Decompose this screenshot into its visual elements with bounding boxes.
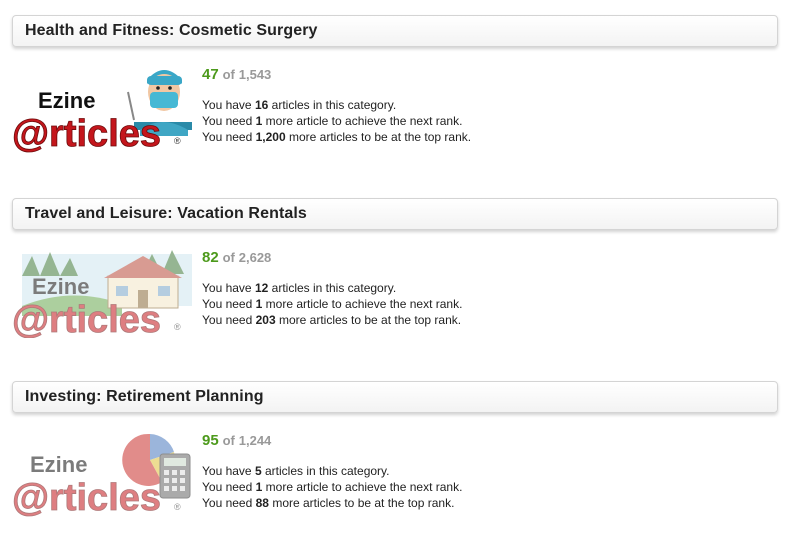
stat-articles-count: You have 5 articles in this category. xyxy=(202,464,390,478)
category-header: Health and Fitness: Cosmetic Surgery xyxy=(12,15,778,47)
rank-total: 2,628 xyxy=(238,250,272,265)
calculator-pie-icon: Ezine @rticles ® xyxy=(12,433,191,519)
svg-text:Ezine: Ezine xyxy=(30,452,87,477)
stat-next-rank: You need 1 more article to achieve the n… xyxy=(202,297,463,311)
stat-top-rank: You need 203 more articles to be at the … xyxy=(202,313,462,327)
category-title: Travel and Leisure: Vacation Rentals xyxy=(25,205,307,222)
stat-next-rank: You need 1 more article to achieve the n… xyxy=(202,114,463,128)
rank-number: 47 xyxy=(202,66,219,83)
svg-text:@rticles: @rticles xyxy=(12,299,161,338)
surgeon-icon: Ezine @rticles ® xyxy=(12,70,192,154)
vacation-house-icon: Ezine @rticles ® xyxy=(12,250,192,338)
ezinearticles-logo: Ezine @rticles ® xyxy=(12,62,192,154)
rank-number: 95 xyxy=(202,432,219,449)
category-header: Investing: Retirement Planning xyxy=(12,381,778,413)
ezinearticles-logo: Ezine @rticles ® xyxy=(12,430,192,522)
rank-number: 82 xyxy=(202,249,219,266)
category-header: Travel and Leisure: Vacation Rentals xyxy=(12,198,778,230)
rank-total: 1,244 xyxy=(238,433,272,448)
rank-display: 82 of 2,628 xyxy=(202,249,271,266)
rank-display: 95 of 1,244 xyxy=(202,432,271,449)
rank-display: 47 of 1,543 xyxy=(202,66,271,83)
rank-of-label: of xyxy=(222,67,235,82)
category-title: Investing: Retirement Planning xyxy=(25,388,264,405)
rank-total: 1,543 xyxy=(238,67,272,82)
svg-text:@rticles: @rticles xyxy=(12,113,161,154)
svg-text:Ezine: Ezine xyxy=(32,274,89,299)
stat-top-rank: You need 1,200 more articles to be at th… xyxy=(202,130,472,144)
rank-of-label: of xyxy=(222,433,235,448)
svg-text:®: ® xyxy=(174,322,181,332)
stat-articles-count: You have 16 articles in this category. xyxy=(202,98,397,112)
svg-text:Ezine: Ezine xyxy=(38,88,95,113)
svg-text:®: ® xyxy=(174,136,181,146)
rank-of-label: of xyxy=(222,250,235,265)
category-title: Health and Fitness: Cosmetic Surgery xyxy=(25,22,318,39)
stat-next-rank: You need 1 more article to achieve the n… xyxy=(202,480,463,494)
stat-articles-count: You have 12 articles in this category. xyxy=(202,281,397,295)
svg-text:®: ® xyxy=(174,502,181,512)
svg-text:@rticles: @rticles xyxy=(12,477,161,519)
stat-top-rank: You need 88 more articles to be at the t… xyxy=(202,496,455,510)
ezinearticles-logo: Ezine @rticles ® xyxy=(12,246,192,338)
